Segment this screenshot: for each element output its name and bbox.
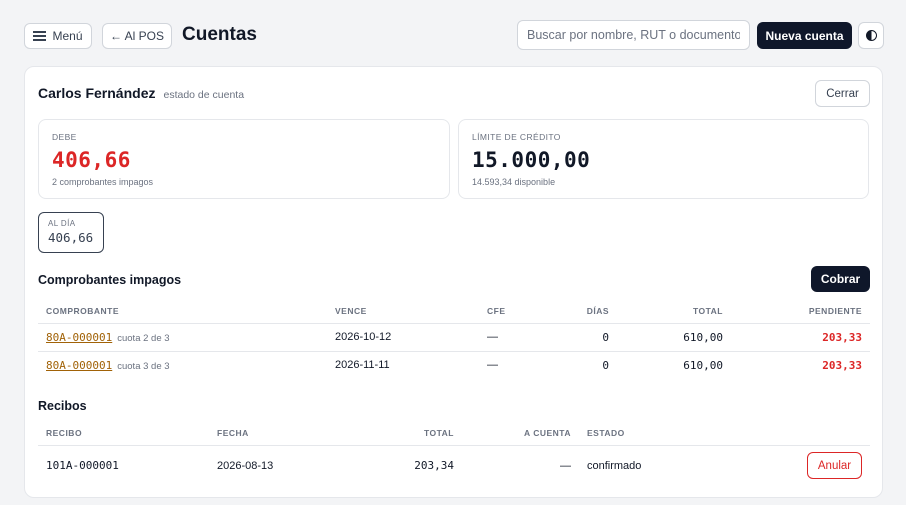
receipt-number: 101A-000001 <box>46 459 119 473</box>
column-header: VENCE <box>327 300 479 324</box>
column-header: ESTADO <box>579 422 739 446</box>
close-button[interactable]: Cerrar <box>815 80 870 107</box>
new-account-button[interactable]: Nueva cuenta <box>757 22 852 49</box>
credit-limit-value: 15.000,00 <box>472 148 591 172</box>
installment-label: cuota 2 de 3 <box>117 332 170 344</box>
menu-button[interactable]: Menú <box>24 23 92 49</box>
receipt-date: 2026-08-13 <box>217 459 274 472</box>
pending-value: 203,33 <box>731 323 870 352</box>
account-card: Carlos Fernández estado de cuenta Cerrar… <box>24 66 883 498</box>
top-bar: Menú ← Al POS Cuentas Nueva cuenta <box>0 0 906 66</box>
due-date: 2026-10-12 <box>327 323 479 352</box>
theme-toggle-button[interactable] <box>858 22 884 49</box>
collect-button[interactable]: Cobrar <box>811 266 870 292</box>
menu-button-label: Menú <box>52 29 83 43</box>
document-cell: 80A-000001 cuota 3 de 3 <box>38 351 327 379</box>
column-header: A CUENTA <box>462 422 579 446</box>
column-header: TOTAL <box>617 300 731 324</box>
debt-stat-card: DEBE 406,66 2 comprobantes impagos <box>38 119 450 199</box>
aging-bucket-current[interactable]: AL DÍA 406,66 <box>38 212 104 253</box>
debt-value: 406,66 <box>52 148 131 172</box>
credit-available-note: 14.593,34 disponible <box>472 177 556 187</box>
column-header: CFE <box>479 300 549 324</box>
days-value: 0 <box>602 358 609 372</box>
table-row: 80A-000001 cuota 3 de 3 2026-11-11 — 0 61… <box>38 351 870 379</box>
table-row: 101A-000001 2026-08-13 203,34 — confirma… <box>38 445 870 486</box>
column-header: DÍAS <box>549 300 617 324</box>
aging-label: AL DÍA <box>48 219 76 228</box>
column-header: PENDIENTE <box>731 300 870 324</box>
receipt-on-account: — <box>560 459 571 472</box>
column-header <box>739 422 870 446</box>
unpaid-table: COMPROBANTE VENCE CFE DÍAS TOTAL PENDIEN… <box>38 300 870 379</box>
receipt-status: confirmado <box>587 459 642 472</box>
hamburger-icon <box>33 31 47 41</box>
aging-value: 406,66 <box>48 230 94 245</box>
customer-header: Carlos Fernández estado de cuenta <box>38 85 244 101</box>
document-link[interactable]: 80A-000001 <box>46 331 112 344</box>
column-header: TOTAL <box>341 422 462 446</box>
customer-name: Carlos Fernández <box>38 85 156 101</box>
credit-limit-label: LÍMITE DE CRÉDITO <box>472 132 561 142</box>
installment-label: cuota 3 de 3 <box>117 360 170 372</box>
days-value: 0 <box>549 323 617 352</box>
back-to-pos-label: ← Al POS <box>109 29 165 43</box>
table-row: 80A-000001 cuota 2 de 3 2026-10-12 — 0 61… <box>38 323 870 352</box>
receipt-total: 203,34 <box>414 459 454 473</box>
back-to-pos-button[interactable]: ← Al POS <box>102 23 172 49</box>
cfe-value: — <box>479 323 549 352</box>
unpaid-section-title: Comprobantes impagos <box>38 273 182 287</box>
document-cell: 80A-000001 cuota 2 de 3 <box>38 323 327 352</box>
due-date: 2026-11-11 <box>335 359 390 372</box>
column-header: COMPROBANTE <box>38 300 327 324</box>
page-title: Cuentas <box>182 24 257 45</box>
credit-limit-stat-card: LÍMITE DE CRÉDITO 15.000,00 14.593,34 di… <box>458 119 869 199</box>
cfe-value: — <box>487 359 498 372</box>
document-link[interactable]: 80A-000001 <box>46 359 112 372</box>
column-header: RECIBO <box>38 422 209 446</box>
contrast-icon <box>865 30 877 41</box>
customer-subtitle: estado de cuenta <box>163 89 245 101</box>
total-value: 610,00 <box>617 323 731 352</box>
column-header: FECHA <box>209 422 341 446</box>
table-header-row: RECIBO FECHA TOTAL A CUENTA ESTADO <box>38 422 870 446</box>
receipts-table: RECIBO FECHA TOTAL A CUENTA ESTADO 101A-… <box>38 422 870 486</box>
void-receipt-button[interactable]: Anular <box>807 452 862 480</box>
receipt-action-cell: Anular <box>739 445 870 486</box>
pending-value: 203,33 <box>822 358 862 372</box>
search-input[interactable] <box>517 20 750 50</box>
total-value: 610,00 <box>683 358 723 372</box>
table-header-row: COMPROBANTE VENCE CFE DÍAS TOTAL PENDIEN… <box>38 300 870 324</box>
receipts-section-title: Recibos <box>38 399 87 413</box>
debt-note: 2 comprobantes impagos <box>52 177 154 187</box>
debt-label: DEBE <box>52 132 77 142</box>
